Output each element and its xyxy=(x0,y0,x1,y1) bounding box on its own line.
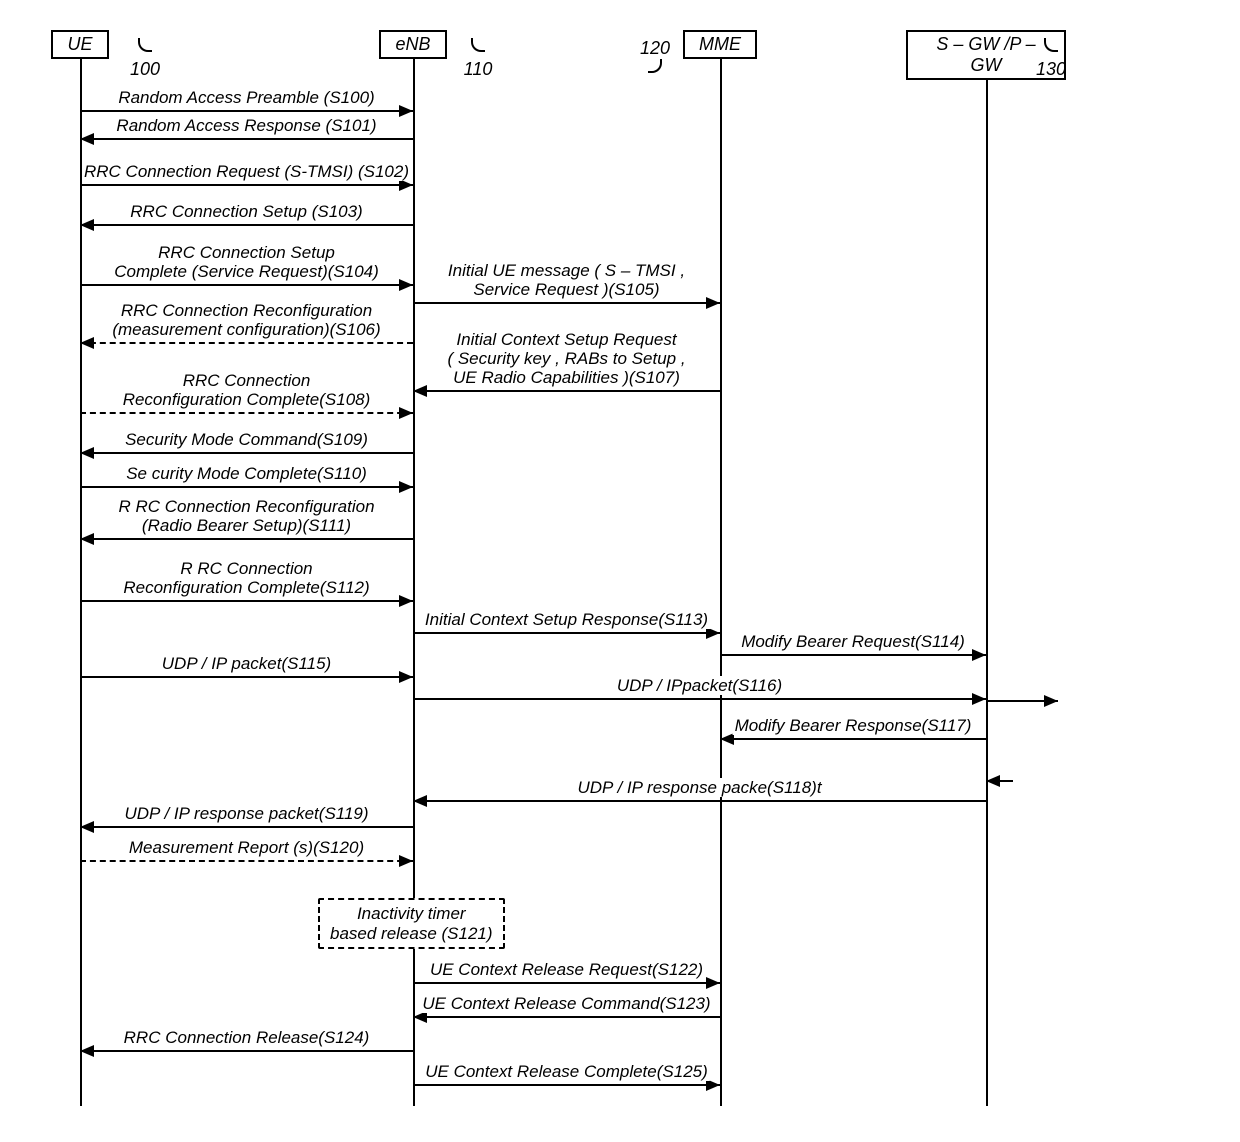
arrowhead-icon xyxy=(80,1045,94,1057)
participant-mme: MME120 xyxy=(640,30,800,59)
arrowhead-icon xyxy=(399,279,413,291)
message-label: R RC Connection Reconfiguration(Radio Be… xyxy=(116,497,376,535)
arrowhead-icon xyxy=(399,671,413,683)
message-label: UE Context Release Request(S122) xyxy=(428,960,705,979)
participant-ue: UE100 xyxy=(0,30,160,59)
arrow-line xyxy=(413,632,720,634)
participant-enb-label: eNB xyxy=(379,30,446,59)
message-label: UE Context Release Complete(S125) xyxy=(423,1062,710,1081)
arrowhead-icon xyxy=(399,105,413,117)
arrowhead-icon xyxy=(986,775,1000,787)
arrowhead-icon xyxy=(399,407,413,419)
arrow-line xyxy=(413,1084,720,1086)
message-label: Random Access Preamble (S100) xyxy=(116,88,376,107)
arrowhead-icon xyxy=(413,795,427,807)
message-label: Initial Context Setup Response(S113) xyxy=(423,610,710,629)
participant-ue-ref: 100 xyxy=(130,38,160,80)
arrowhead-icon xyxy=(399,595,413,607)
arrowhead-icon xyxy=(706,977,720,989)
participant-sgw-ref: 130 xyxy=(1036,38,1066,80)
lifeline-ue xyxy=(80,56,82,1106)
participant-ue-label: UE xyxy=(51,30,108,59)
participant-sgw: S – GW /P – GW130 xyxy=(906,30,1066,80)
message-label: RRC Connection Release(S124) xyxy=(122,1028,372,1047)
message-label: UDP / IP packet(S115) xyxy=(160,654,333,673)
message-label: RRC ConnectionReconfiguration Complete(S… xyxy=(121,371,373,409)
lifeline-sgw xyxy=(986,56,988,1106)
arrow-line xyxy=(80,224,413,226)
participant-enb-ref: 110 xyxy=(463,38,493,80)
arrowhead-icon xyxy=(972,693,986,705)
message-label: Initial Context Setup Request( Security … xyxy=(445,330,687,387)
participant-mme-label: MME xyxy=(683,30,757,59)
message-label: Measurement Report (s)(S120) xyxy=(127,838,366,857)
arrow-line xyxy=(413,302,720,304)
message-label: Modify Bearer Request(S114) xyxy=(739,632,967,651)
arrow-line xyxy=(80,1050,413,1052)
arrow-line xyxy=(80,538,413,540)
message-label: Modify Bearer Response(S117) xyxy=(733,716,974,735)
message-label: RRC Connection Setup (S103) xyxy=(128,202,364,221)
arrow-line xyxy=(80,486,413,488)
arrow-line xyxy=(413,390,720,392)
arrow-line xyxy=(413,800,986,802)
arrowhead-icon xyxy=(1044,695,1058,707)
arrowhead-icon xyxy=(80,337,94,349)
arrowhead-icon xyxy=(80,219,94,231)
message-label: RRC Connection Reconfiguration(measureme… xyxy=(110,301,382,339)
arrow-line xyxy=(720,738,986,740)
participant-mme-ref: 120 xyxy=(640,38,670,80)
arrowhead-icon xyxy=(399,855,413,867)
arrow-line xyxy=(80,600,413,602)
arrow-line xyxy=(80,826,413,828)
arrow-line xyxy=(80,184,413,186)
message-label: Initial UE message ( S – TMSI ,Service R… xyxy=(446,261,687,299)
arrow-line xyxy=(80,676,413,678)
arrow-line xyxy=(413,698,986,700)
arrow-line xyxy=(80,412,413,414)
message-label: R RC ConnectionReconfiguration Complete(… xyxy=(121,559,371,597)
arrow-line xyxy=(413,982,720,984)
message-label: Random Access Response (S101) xyxy=(114,116,378,135)
message-label: Security Mode Command(S109) xyxy=(123,430,370,449)
arrow-line xyxy=(413,1016,720,1018)
arrow-line xyxy=(80,284,413,286)
arrow-line xyxy=(80,452,413,454)
arrowhead-icon xyxy=(80,821,94,833)
arrow-line xyxy=(80,860,413,862)
arrowhead-icon xyxy=(80,533,94,545)
message-label: UDP / IPpacket(S116) xyxy=(615,676,784,695)
arrow-line xyxy=(80,110,413,112)
message-label: RRC Connection Request (S-TMSI) (S102) xyxy=(82,162,411,181)
arrowhead-icon xyxy=(706,297,720,309)
message-label: UDP / IP response packe(S118)t xyxy=(575,778,823,797)
arrowhead-icon xyxy=(80,447,94,459)
arrow-line xyxy=(80,138,413,140)
arrowhead-icon xyxy=(399,481,413,493)
sequence-diagram: UE100eNB110MME120S – GW /P – GW130Random… xyxy=(20,20,1220,1120)
arrowhead-icon xyxy=(413,385,427,397)
note-s121: Inactivity timerbased release (S121) xyxy=(318,898,505,949)
arrow-line xyxy=(80,342,413,344)
participant-enb: eNB110 xyxy=(333,30,493,59)
message-label: UDP / IP response packet(S119) xyxy=(122,804,370,823)
message-label: RRC Connection SetupComplete (Service Re… xyxy=(112,243,381,281)
arrow-line xyxy=(720,654,986,656)
message-label: Se curity Mode Complete(S110) xyxy=(124,464,369,483)
arrowhead-icon xyxy=(80,133,94,145)
message-label: UE Context Release Command(S123) xyxy=(420,994,712,1013)
arrowhead-icon xyxy=(972,649,986,661)
lifeline-mme xyxy=(720,56,722,1106)
